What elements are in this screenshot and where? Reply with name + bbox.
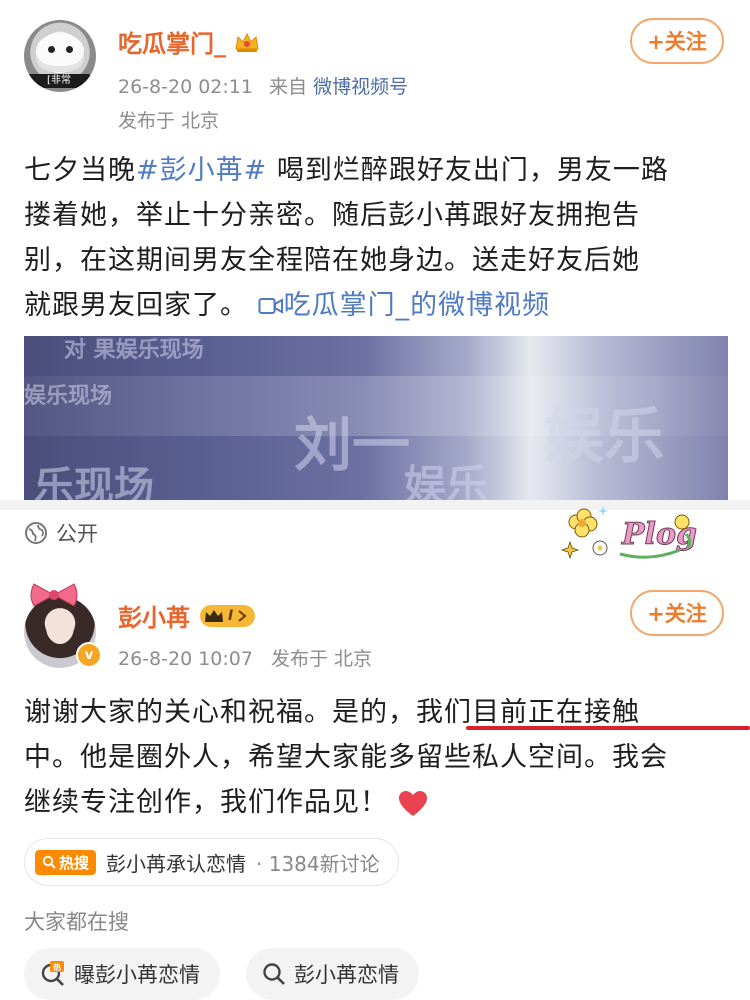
hot-search-icon: 热 bbox=[41, 961, 64, 986]
video-watermark: 乐现场 bbox=[34, 464, 154, 500]
search-icon bbox=[42, 855, 56, 869]
svg-text:热: 热 bbox=[53, 962, 61, 972]
avatar-caption: [非常 bbox=[28, 74, 90, 88]
post-meta-2: 26-8-20 10:07 发布于 北京 bbox=[118, 644, 372, 671]
chevron-right-icon bbox=[238, 609, 247, 622]
post-time-2: 26-8-20 10:07 bbox=[118, 648, 253, 670]
search-chip-2[interactable]: 彭小苒恋情 bbox=[246, 948, 419, 1000]
highlighted-text: 我们目前正在接触 bbox=[416, 697, 640, 728]
source-link[interactable]: 微博视频号 bbox=[313, 76, 408, 98]
source-prefix: 来自 bbox=[269, 76, 308, 98]
flower-icon bbox=[568, 508, 598, 538]
search-chip-label: 曝彭小苒恋情 bbox=[74, 963, 200, 987]
hashtag-link[interactable]: #彭小苒# bbox=[136, 155, 267, 186]
post-line: 七夕当晚#彭小苒# 喝到烂醉跟好友出门，男友一路 bbox=[24, 155, 669, 186]
post-line: 别，在这期间男友全程陪在她身边。送走好友后她 bbox=[24, 245, 640, 276]
post-line: 中。他是圈外人，希望大家能多留些私人空间。我会 bbox=[24, 742, 668, 773]
hot-search-topic: 彭小苒承认恋情 bbox=[106, 851, 247, 876]
video-watermark: 娱乐 bbox=[544, 402, 664, 472]
bow-decoration-icon bbox=[30, 583, 78, 607]
everyone-searching-title: 大家都在搜 bbox=[24, 910, 129, 934]
author-name-1[interactable]: 吃瓜掌门_ bbox=[118, 24, 226, 59]
cat-eye-left bbox=[48, 46, 55, 53]
video-watermark: 对 果娱乐现场 bbox=[64, 338, 204, 363]
post-time-1: 26-8-20 02:11 bbox=[118, 76, 253, 98]
post-line: 就跟男友回家了。 吃瓜掌门_的微博视频 bbox=[24, 290, 551, 321]
post-line: 搂着她，举止十分亲密。随后彭小苒跟好友拥抱告 bbox=[24, 200, 640, 231]
cat-eye-right bbox=[66, 46, 73, 53]
globe-icon bbox=[25, 522, 47, 544]
visibility-row: 公开 bbox=[24, 516, 98, 550]
video-link[interactable]: 吃瓜掌门_的微博视频 bbox=[258, 290, 551, 321]
author-row-1: 吃瓜掌门_ bbox=[118, 24, 260, 59]
crown-icon bbox=[235, 32, 259, 52]
video-thumbnail[interactable]: 对 果娱乐现场 娱乐现场 刘一 娱乐 乐现场 娱乐 bbox=[24, 336, 728, 500]
post-body-2: 谢谢大家的关心和祝福。是的，我们目前正在接触 中。他是圈外人，希望大家能多留些私… bbox=[24, 690, 744, 825]
author-name-2[interactable]: 彭小苒 bbox=[118, 598, 190, 633]
video-watermark: 刘一 bbox=[294, 411, 411, 479]
post-body-1: 七夕当晚#彭小苒# 喝到烂醉跟好友出门，男友一路 搂着她，举止十分亲密。随后彭小… bbox=[24, 148, 734, 328]
red-underline-annotation bbox=[466, 726, 750, 730]
video-icon bbox=[258, 298, 283, 314]
search-chip-label: 彭小苒恋情 bbox=[294, 963, 399, 987]
visibility-label: 公开 bbox=[56, 522, 98, 546]
follow-button-1[interactable]: +关注 bbox=[630, 18, 724, 64]
post-line: 继续专注创作，我们作品见！ bbox=[24, 780, 744, 825]
crown-icon bbox=[205, 609, 223, 622]
author-avatar-1[interactable]: [非常 bbox=[24, 20, 96, 92]
hot-search-pill[interactable]: 热搜 彭小苒承认恋情 · 1384新讨论 bbox=[24, 838, 399, 886]
hot-search-badge: 热搜 bbox=[35, 849, 97, 875]
search-icon bbox=[263, 963, 285, 985]
avatar-face bbox=[46, 610, 74, 644]
post-location-2: 发布于 北京 bbox=[271, 648, 373, 670]
plog-sticker: Plog bbox=[560, 506, 697, 560]
author-row-2: 彭小苒 I bbox=[118, 598, 256, 633]
search-chip-1[interactable]: 热 曝彭小苒恋情 bbox=[24, 948, 220, 1000]
hot-search-count: · 1384新讨论 bbox=[256, 851, 380, 876]
follow-button-2[interactable]: +关注 bbox=[630, 590, 724, 636]
verified-badge-icon: v bbox=[76, 642, 102, 668]
video-watermark: 娱乐 bbox=[404, 461, 489, 500]
post-location-1: 发布于 北京 bbox=[118, 110, 220, 132]
cat-face bbox=[36, 34, 84, 72]
video-watermark: 娱乐现场 bbox=[24, 384, 113, 409]
heart-icon bbox=[398, 790, 427, 816]
post-meta-1: 26-8-20 02:11 来自 微博视频号 bbox=[118, 72, 408, 99]
member-level-badge: I bbox=[200, 604, 256, 627]
